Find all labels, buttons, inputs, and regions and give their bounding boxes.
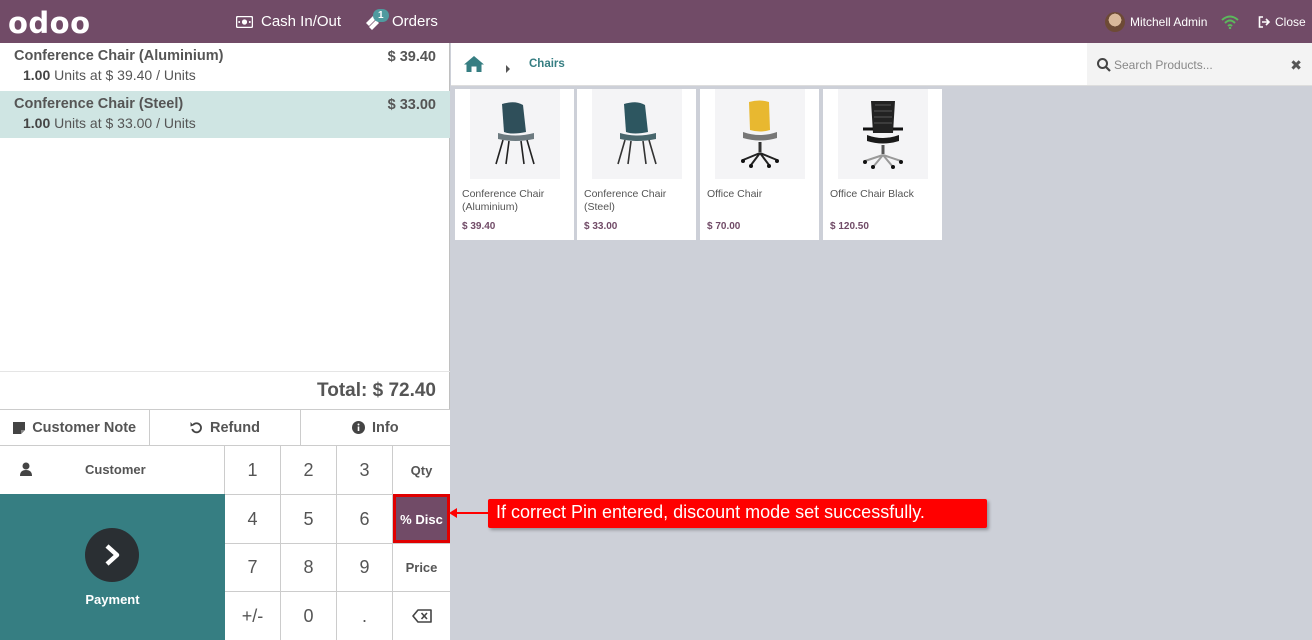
product-name: Office Chair Black xyxy=(830,188,914,200)
caret-right-icon xyxy=(505,60,511,78)
cash-in-out-label: Cash In/Out xyxy=(261,13,342,30)
refund-button[interactable]: Refund xyxy=(150,410,301,445)
search-input[interactable] xyxy=(1114,55,1284,75)
user-name: Mitchell Admin xyxy=(1130,14,1208,29)
order-line-detail: 1.00 Units at $ 33.00 / Units xyxy=(23,115,436,131)
order-line-selected[interactable]: Conference Chair (Steel) $ 33.00 1.00 Un… xyxy=(0,91,450,138)
chevron-right-icon xyxy=(85,528,139,582)
order-line-name: Conference Chair (Aluminium) xyxy=(14,48,224,64)
numpad-key-4[interactable]: 4 xyxy=(225,494,281,543)
numpad-key-3[interactable]: 3 xyxy=(337,445,393,494)
customer-button[interactable]: Customer xyxy=(0,445,225,494)
breadcrumb-category[interactable]: Chairs xyxy=(529,58,565,70)
payment-button[interactable]: Payment xyxy=(0,494,225,640)
customer-note-label: Customer Note xyxy=(32,419,137,436)
annotation-arrow xyxy=(452,512,488,514)
user-avatar xyxy=(1105,11,1125,32)
product-card[interactable]: Office Chair Black $ 120.50 xyxy=(823,89,942,240)
order-line-price: $ 33.00 xyxy=(387,97,436,113)
numpad-area: Customer Payment 1 2 3 Qty 4 5 6 % Disc … xyxy=(0,445,450,640)
product-price: $ 70.00 xyxy=(707,221,741,232)
numpad-key-0[interactable]: 0 xyxy=(281,591,337,640)
qty-mode-button[interactable]: Qty xyxy=(393,445,450,494)
numpad-keys: 1 2 3 Qty 4 5 6 % Disc 7 8 9 Price +/- 0… xyxy=(225,445,450,640)
product-price: $ 39.40 xyxy=(462,221,496,232)
payment-label: Payment xyxy=(85,592,140,607)
product-list: Conference Chair (Aluminium) $ 39.40 Con… xyxy=(455,89,1310,241)
info-button[interactable]: Info xyxy=(300,410,450,445)
price-mode-button[interactable]: Price xyxy=(393,543,450,591)
order-total: Total: $ 72.40 xyxy=(0,371,450,409)
home-icon[interactable] xyxy=(463,55,485,78)
discount-mode-button[interactable]: % Disc xyxy=(393,494,450,543)
numpad-key-6[interactable]: 6 xyxy=(337,494,393,543)
product-card[interactable]: Conference Chair (Aluminium) $ 39.40 xyxy=(455,89,574,240)
control-buttons: Customer Note Refund Info xyxy=(0,409,450,445)
info-icon xyxy=(352,421,366,434)
product-price: $ 33.00 xyxy=(584,221,618,232)
undo-icon xyxy=(190,421,203,434)
product-price: $ 120.50 xyxy=(830,221,869,232)
refund-label: Refund xyxy=(210,419,260,436)
numpad-key-9[interactable]: 9 xyxy=(337,543,393,591)
product-card[interactable]: Conference Chair (Steel) $ 33.00 xyxy=(577,89,696,240)
numpad-key-decimal[interactable]: . xyxy=(337,591,393,640)
clear-search-icon[interactable]: ✖ xyxy=(1290,57,1302,74)
customer-note-button[interactable]: Customer Note xyxy=(0,410,151,445)
orders-count-badge: 1 xyxy=(373,9,389,22)
odoo-logo: odoo xyxy=(8,6,91,40)
order-line-detail: 1.00 Units at $ 39.40 / Units xyxy=(23,67,436,83)
close-label: Close xyxy=(1275,14,1306,29)
money-icon xyxy=(236,15,253,28)
order-line-unit-info: Units at $ 33.00 / Units xyxy=(54,115,196,131)
cash-in-out-button[interactable]: Cash In/Out xyxy=(236,0,341,43)
numpad-key-1[interactable]: 1 xyxy=(225,445,281,494)
backspace-button[interactable] xyxy=(393,591,450,640)
close-button[interactable]: Close xyxy=(1258,0,1306,43)
user-icon xyxy=(20,462,32,479)
product-image xyxy=(838,89,928,179)
product-card[interactable]: Office Chair $ 70.00 xyxy=(700,89,819,240)
product-image xyxy=(715,89,805,179)
order-line-unit-info: Units at $ 39.40 / Units xyxy=(54,67,196,83)
order-line[interactable]: Conference Chair (Aluminium) $ 39.40 1.0… xyxy=(0,43,450,90)
search-icon xyxy=(1097,58,1111,77)
order-line-qty: 1.00 xyxy=(23,115,51,131)
top-bar: odoo Cash In/Out 1 Orders Mitchell Admin… xyxy=(0,0,1312,43)
numpad-key-plus-minus[interactable]: +/- xyxy=(225,591,281,640)
numpad-key-5[interactable]: 5 xyxy=(281,494,337,543)
order-line-price: $ 39.40 xyxy=(387,49,436,65)
product-search: ✖ xyxy=(1087,43,1312,86)
wifi-status-icon xyxy=(1221,0,1239,43)
order-line-name: Conference Chair (Steel) xyxy=(14,96,184,112)
customer-label: Customer xyxy=(85,462,146,477)
order-panel: Conference Chair (Aluminium) $ 39.40 1.0… xyxy=(0,43,450,640)
annotation-callout: If correct Pin entered, discount mode se… xyxy=(488,499,987,528)
numpad-key-7[interactable]: 7 xyxy=(225,543,281,591)
product-image xyxy=(470,89,560,179)
sign-out-icon xyxy=(1258,15,1271,28)
backspace-icon xyxy=(411,609,432,623)
product-name: Conference Chair (Aluminium) xyxy=(462,188,545,213)
order-line-qty: 1.00 xyxy=(23,67,51,83)
breadcrumb: Chairs xyxy=(451,43,1087,86)
note-icon xyxy=(13,421,26,434)
product-name: Office Chair xyxy=(707,188,763,200)
numpad-key-8[interactable]: 8 xyxy=(281,543,337,591)
numpad-key-2[interactable]: 2 xyxy=(281,445,337,494)
info-label: Info xyxy=(372,419,399,436)
user-menu[interactable]: Mitchell Admin xyxy=(1105,0,1207,43)
annotation-arrow-head xyxy=(449,508,457,518)
orders-label: Orders xyxy=(392,13,438,30)
product-image xyxy=(592,89,682,179)
orders-button[interactable]: 1 Orders xyxy=(364,0,438,43)
product-name: Conference Chair (Steel) xyxy=(584,188,667,213)
